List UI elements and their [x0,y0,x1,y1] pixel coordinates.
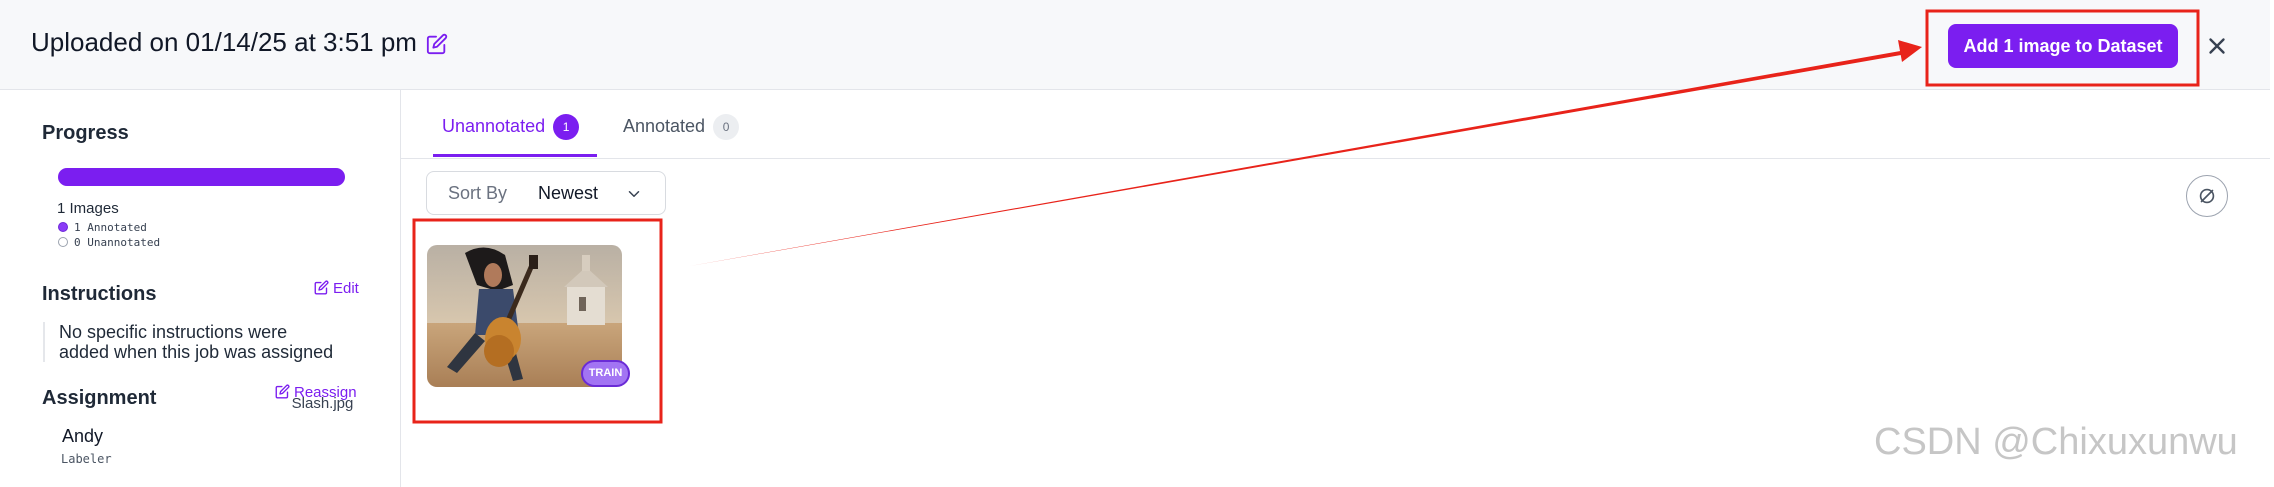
eye-off-icon [2199,188,2215,204]
edit-icon[interactable] [426,33,448,55]
image-filename: Slash.jpg [291,395,354,412]
edit-label: Edit [333,280,359,297]
assignee-name: Andy [62,426,104,446]
tab-annotated-label: Annotated [623,116,706,136]
unannotated-count: 0 Unannotated [74,236,161,249]
progress-bar [58,168,345,186]
split-badge: TRAIN [581,360,630,387]
legend-annotated: 1 Annotated [58,221,147,234]
instructions-text: No specific instructions were added when… [43,322,333,362]
close-icon[interactable] [2204,33,2230,59]
assignee-role: Labeler [61,452,112,466]
sort-label: Sort By [448,183,508,203]
edit-instructions-button[interactable]: Edit [314,280,359,297]
sort-dropdown[interactable]: Sort By Newest [426,171,666,215]
images-count: 1 Images [57,200,119,217]
progress-bar-fill [58,168,345,186]
sort-value: Newest [538,183,599,203]
job-sidebar: Progress 1 Images 1 Annotated 0 Unannota… [0,90,401,487]
annotated-count: 1 Annotated [74,221,147,234]
edit-icon [314,280,329,295]
toggle-annotations-visibility-button[interactable] [2186,175,2228,217]
progress-heading: Progress [42,122,129,144]
tab-annotated-count: 0 [713,114,740,140]
instructions-heading: Instructions [42,283,157,305]
header-bar: Uploaded on 01/14/25 at 3:51 pm Add 1 im… [0,0,2270,90]
instructions-line-2: added when this job was assigned [59,342,334,362]
tab-bar: Unannotated 1 Annotated 0 [401,90,2270,159]
watermark-text: CSDN @Chixuxunwu [1874,421,2238,463]
instructions-line-1: No specific instructions were [59,322,288,342]
legend-unannotated: 0 Unannotated [58,236,160,249]
active-tab-indicator [433,154,597,157]
tab-annotated[interactable]: Annotated 0 [623,114,740,140]
annotated-dot-icon [58,222,68,232]
page-title: Uploaded on 01/14/25 at 3:51 pm [31,27,417,57]
add-to-dataset-button[interactable]: Add 1 image to Dataset [1948,24,2178,68]
tab-unannotated-label: Unannotated [442,116,546,136]
chevron-down-icon [628,191,640,197]
tab-unannotated-count: 1 [553,114,580,140]
tab-unannotated[interactable]: Unannotated 1 [442,114,580,140]
unannotated-dot-icon [58,237,68,247]
